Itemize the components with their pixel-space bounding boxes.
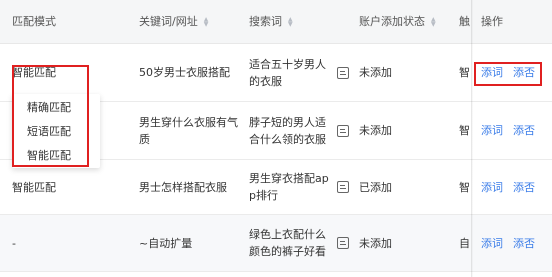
add-term-link[interactable]: 添词 bbox=[481, 122, 503, 139]
search-term-cell: 绿色上衣配什么 颜色的裤子好看 bbox=[249, 228, 326, 258]
status-cell: 未添加 bbox=[359, 124, 392, 137]
table-row: 智能匹配 男士怎样搭配衣服 男生穿衣搭配ap p排行 已添加 智 添词 添否 bbox=[0, 160, 552, 215]
header-status[interactable]: 账户添加状态 ▲ ▼ bbox=[359, 0, 459, 43]
add-term-link[interactable]: 添词 bbox=[481, 179, 503, 196]
edit-icon[interactable] bbox=[337, 181, 349, 193]
search-term-cell: 适合五十岁男人 的衣服 bbox=[249, 57, 326, 88]
status-cell: 未添加 bbox=[359, 236, 392, 250]
table-header: 匹配模式 关键词/网址 ▲ ▼ 搜索词 ▲ ▼ 账户添加状态 ▲ ▼ 触 操作 bbox=[0, 0, 552, 44]
trigger-cell: 智 bbox=[459, 180, 470, 194]
operation-cell: 添词 添否 bbox=[481, 215, 552, 271]
trigger-cell: 智 bbox=[459, 124, 470, 137]
header-trigger: 触 bbox=[459, 15, 470, 28]
edit-icon-cell[interactable] bbox=[336, 102, 350, 159]
keyword-cell: 男士怎样搭配衣服 bbox=[139, 180, 227, 194]
operation-cell: 添词 添否 bbox=[481, 102, 552, 159]
edit-icon[interactable] bbox=[337, 66, 349, 79]
match-mode-select[interactable]: 智能匹配 bbox=[12, 160, 122, 214]
trigger-cell: 智 bbox=[459, 66, 470, 79]
fixed-column-shadow bbox=[471, 0, 473, 277]
sort-icon[interactable]: ▲ ▼ bbox=[204, 16, 209, 27]
edit-icon-cell[interactable] bbox=[336, 160, 350, 214]
keyword-cell: 男生穿什么衣服有气质 bbox=[139, 115, 238, 146]
add-term-link[interactable]: 添词 bbox=[481, 235, 503, 252]
search-term-cell: 脖子短的男人适 合什么领的衣服 bbox=[249, 115, 326, 146]
header-operation: 操作 bbox=[481, 15, 503, 28]
header-match-mode[interactable]: 匹配模式 bbox=[12, 0, 122, 43]
trigger-cell: 自 bbox=[459, 236, 470, 250]
header-keyword[interactable]: 关键词/网址 ▲ ▼ bbox=[139, 0, 239, 43]
highlight-match-mode bbox=[12, 65, 89, 167]
sort-icon[interactable]: ▲ ▼ bbox=[288, 16, 293, 27]
keyword-cell: ~自动扩量 bbox=[139, 236, 193, 250]
add-negative-link[interactable]: 添否 bbox=[513, 122, 535, 139]
match-mode-cell: - bbox=[12, 236, 16, 250]
status-cell: 已添加 bbox=[359, 180, 392, 194]
sort-icon[interactable]: ▲ ▼ bbox=[431, 16, 436, 27]
edit-icon-cell[interactable] bbox=[336, 44, 350, 101]
add-negative-link[interactable]: 添否 bbox=[513, 235, 535, 252]
highlight-operations bbox=[474, 62, 542, 86]
edit-icon[interactable] bbox=[337, 237, 349, 249]
edit-icon-cell[interactable] bbox=[336, 215, 350, 271]
status-cell: 未添加 bbox=[359, 66, 392, 79]
keyword-cell: 50岁男士衣服搭配 bbox=[139, 66, 230, 79]
table-row: - ~自动扩量 绿色上衣配什么 颜色的裤子好看 未添加 自 添词 添否 bbox=[0, 215, 552, 272]
header-search-term[interactable]: 搜索词 ▲ ▼ bbox=[249, 0, 333, 43]
edit-icon[interactable] bbox=[337, 124, 349, 137]
operation-cell: 添词 添否 bbox=[481, 160, 552, 214]
search-term-cell: 男生穿衣搭配ap p排行 bbox=[249, 172, 329, 202]
add-negative-link[interactable]: 添否 bbox=[513, 179, 535, 196]
